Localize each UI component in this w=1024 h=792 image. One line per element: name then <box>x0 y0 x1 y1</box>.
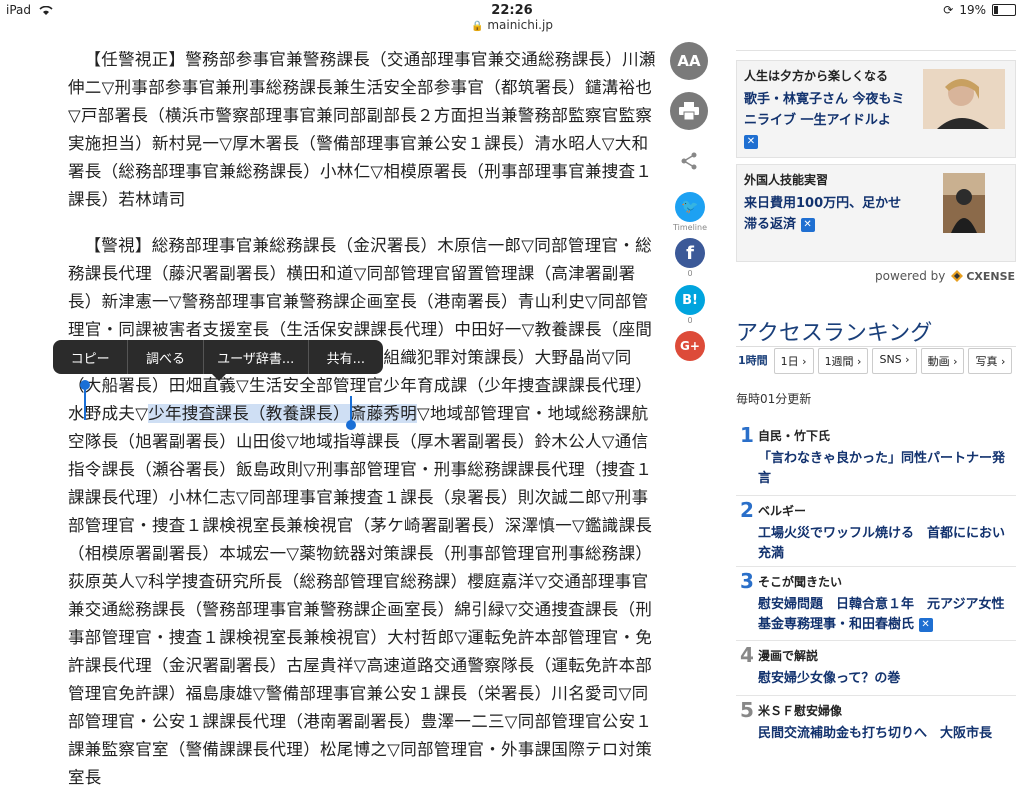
status-right: ⟳ 19% <box>943 3 1016 17</box>
ranking-separator <box>736 695 1016 696</box>
tab-sns[interactable]: SNS › <box>872 348 917 374</box>
article-paragraph: 【任警視正】警務部参事官兼警務課長（交通部理事官兼交通総務課長）川瀬伸二▽刑事部… <box>68 50 656 209</box>
ranking-separator <box>736 495 1016 496</box>
recommend-title: 来日費用100万円、足かせ 滞る返済 ✕ <box>744 196 902 232</box>
url-text: mainichi.jp <box>487 18 553 32</box>
copy-button[interactable]: コピー <box>53 348 127 367</box>
recommend-title: 歌手・林寛子さん 今夜もミ ニライブ 一生アイドルよ ✕ <box>744 92 905 149</box>
ranking-number: 3 <box>740 569 754 593</box>
ranking-category: ベルギー <box>758 504 807 518</box>
ranking-separator <box>736 640 1016 641</box>
ranking-item[interactable]: 4 漫画で解説 慰安婦少女像って？の巻 <box>736 643 1018 691</box>
user-dictionary-button[interactable]: ユーザ辞書... <box>204 348 308 367</box>
ranking-headline[interactable]: 慰安婦少女像って？の巻 <box>758 669 1016 689</box>
ranking-headline[interactable]: 慰安婦問題 日韓合意１年 元アジア女性基金専務理事・和田春樹氏 ✕ <box>758 595 1016 635</box>
twitter-label: Timeline <box>672 223 707 232</box>
recommend-card[interactable]: 人生は夕方から楽しくなる 歌手・林寛子さん 今夜もミ ニライブ 一生アイドルよ … <box>736 60 1016 158</box>
battery-percent: 19% <box>959 3 986 17</box>
ranking-item[interactable]: 2 ベルギー 工場火災でワッフル焼ける 首都ににおい充満 <box>736 498 1018 562</box>
ranking-separator <box>736 566 1016 567</box>
premium-icon: ✕ <box>918 617 933 632</box>
google-plus-button[interactable]: G+ <box>675 331 705 361</box>
ranking-update-note: 毎時01分更新 <box>736 392 812 406</box>
card-top-border <box>736 40 1016 51</box>
ranking-number: 1 <box>740 423 754 447</box>
font-size-button[interactable]: AA <box>670 42 708 80</box>
printer-icon <box>679 102 699 120</box>
hatena-count: 0 <box>687 316 693 325</box>
article-text: 【警視】総務部理事官兼総務課長（金沢署長）木原信一郎▽同部管理官・総務課長代理（… <box>68 236 653 423</box>
battery-icon <box>992 4 1016 16</box>
article-paragraph: 【警視】総務部理事官兼総務課長（金沢署長）木原信一郎▽同部管理官・総務課長代理（… <box>68 232 658 792</box>
edit-menu: コピー 調べる ユーザ辞書... 共有... <box>53 340 383 374</box>
print-button[interactable] <box>670 92 708 130</box>
hatena-button[interactable]: B! <box>675 285 705 315</box>
ranking-item[interactable]: 1 自民・竹下氏 「言わなきゃ良かった」同性パートナー発言 <box>736 423 1018 487</box>
selected-text[interactable]: 少年捜査課長（教養課長）斎藤秀明 <box>148 404 418 423</box>
tab-1week[interactable]: 1週間 › <box>817 348 869 374</box>
article-text: ▽地域部管理官・地域総務課航空隊長（旭署副署長）山田俊▽地域指導課長（厚木署副署… <box>68 404 653 787</box>
ranking-item[interactable]: 3 そこが聞きたい 慰安婦問題 日韓合意１年 元アジア女性基金専務理事・和田春樹… <box>736 569 1018 649</box>
share-menu-button[interactable]: 共有... <box>309 348 383 367</box>
article-body: 【任警視正】警務部参事官兼警務課長（交通部理事官兼交通総務課長）川瀬伸二▽刑事部… <box>68 46 658 792</box>
ranking-title: アクセスランキング <box>736 321 933 346</box>
tab-1hour[interactable]: 1時間 <box>736 348 770 374</box>
ranking-headline[interactable]: 民間交流補助金も打ち切りへ 大阪市長 <box>758 724 1016 744</box>
share-icon[interactable] <box>680 152 698 174</box>
status-time: 22:26 <box>491 3 533 18</box>
ranking-headline[interactable]: 「言わなきゃ良かった」同性パートナー発言 <box>758 449 1016 489</box>
cxense-icon <box>951 270 964 282</box>
tab-video[interactable]: 動画 › <box>920 348 965 374</box>
premium-icon: ✕ <box>744 134 758 149</box>
selection-start-line <box>84 386 86 420</box>
tab-1day[interactable]: 1日 › <box>773 348 814 374</box>
tab-photo[interactable]: 写真 › <box>968 348 1013 374</box>
ranking-category: 米ＳＦ慰安婦像 <box>758 704 843 718</box>
recommend-thumbnail <box>943 173 985 233</box>
cxense-logo: CXENSE <box>951 270 1015 283</box>
twitter-icon: 🐦 <box>681 199 699 215</box>
powered-by-text: powered by <box>875 269 946 283</box>
ranking-number: 4 <box>740 643 754 667</box>
facebook-icon: f <box>686 242 694 264</box>
edit-menu-arrow <box>211 373 227 381</box>
lock-icon: 🔒 <box>471 21 484 32</box>
recommend-thumbnail <box>923 69 1005 129</box>
ranking-category: 自民・竹下氏 <box>758 429 831 443</box>
google-plus-icon: G+ <box>680 339 700 353</box>
ranking-category: そこが聞きたい <box>758 575 843 589</box>
powered-by: powered by CXENSE <box>875 269 1015 283</box>
ranking-number: 5 <box>740 698 754 722</box>
recommend-card[interactable]: 外国人技能実習 来日費用100万円、足かせ 滞る返済 ✕ <box>736 164 1016 262</box>
ranking-headline[interactable]: 工場火災でワッフル焼ける 首都ににおい充満 <box>758 524 1016 564</box>
twitter-button[interactable]: 🐦 <box>675 192 705 222</box>
rotation-lock-icon: ⟳ <box>943 3 954 17</box>
premium-icon: ✕ <box>800 217 815 232</box>
facebook-count: 0 <box>687 269 693 278</box>
ranking-category: 漫画で解説 <box>758 649 819 663</box>
status-bar: iPad 22:26 ⟳ 19% <box>0 0 1024 20</box>
recommend-heading: 外国人技能実習 <box>744 173 829 187</box>
facebook-button[interactable]: f <box>675 238 705 268</box>
hatena-bookmark-icon: B! <box>682 292 698 308</box>
selection-end-handle[interactable] <box>346 420 356 430</box>
ranking-divider <box>736 346 1016 347</box>
recommend-heading: 人生は夕方から楽しくなる <box>744 69 889 83</box>
ranking-number: 2 <box>740 498 754 522</box>
ranking-tabs: 1時間 1日 › 1週間 › SNS › 動画 › 写真 › <box>736 348 1013 374</box>
font-size-icon: AA <box>677 52 701 70</box>
address-bar[interactable]: 🔒 mainichi.jp <box>0 18 1024 32</box>
ranking-item[interactable]: 5 米ＳＦ慰安婦像 民間交流補助金も打ち切りへ 大阪市長 <box>736 698 1018 746</box>
lookup-button[interactable]: 調べる <box>128 348 202 367</box>
